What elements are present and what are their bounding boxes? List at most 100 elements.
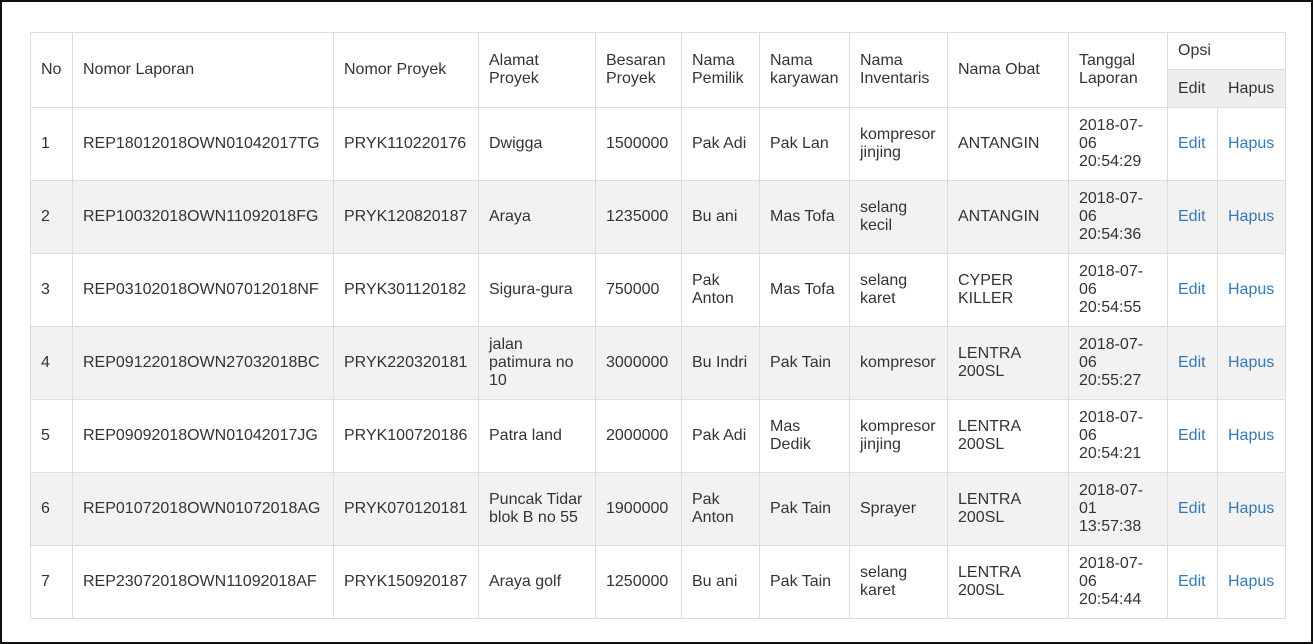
cell-nomor-laporan: REP23072018OWN11092018AF (72, 545, 334, 619)
edit-link[interactable]: Edit (1178, 281, 1206, 298)
table-row: 3 REP03102018OWN07012018NF PRYK301120182… (30, 253, 1286, 327)
cell-nomor-proyek: PRYK301120182 (333, 253, 479, 327)
table-header: No Nomor Laporan Nomor Proyek Alamat Pro… (30, 32, 1286, 108)
hapus-link[interactable]: Hapus (1228, 573, 1274, 590)
report-table: No Nomor Laporan Nomor Proyek Alamat Pro… (30, 32, 1286, 619)
cell-nama-karyawan: Pak Lan (759, 107, 850, 181)
cell-tanggal-laporan: 2018-07-01 13:57:38 (1068, 472, 1168, 546)
cell-nomor-proyek: PRYK070120181 (333, 472, 479, 546)
header-no: No (30, 32, 73, 108)
cell-edit: Edit (1167, 107, 1218, 181)
header-nama-pemilik: Nama Pemilik (681, 32, 760, 108)
cell-nama-obat: LENTRA 200SL (947, 326, 1069, 400)
cell-nomor-laporan: REP18012018OWN01042017TG (72, 107, 334, 181)
cell-nama-pemilik: Bu ani (681, 180, 760, 254)
cell-no: 1 (30, 107, 73, 181)
cell-nama-obat: CYPER KILLER (947, 253, 1069, 327)
cell-hapus: Hapus (1217, 545, 1286, 619)
hapus-link[interactable]: Hapus (1228, 281, 1274, 298)
cell-nama-inventaris: kompresor jinjing (849, 399, 948, 473)
cell-edit: Edit (1167, 545, 1218, 619)
table-row: 5 REP09092018OWN01042017JG PRYK100720186… (30, 399, 1286, 473)
cell-nomor-laporan: REP10032018OWN11092018FG (72, 180, 334, 254)
header-tanggal-laporan: Tanggal Laporan (1068, 32, 1168, 108)
report-table-container: No Nomor Laporan Nomor Proyek Alamat Pro… (30, 32, 1286, 619)
cell-nomor-proyek: PRYK150920187 (333, 545, 479, 619)
cell-hapus: Hapus (1217, 180, 1286, 254)
header-alamat-proyek: Alamat Proyek (478, 32, 596, 108)
cell-nama-karyawan: Pak Tain (759, 545, 850, 619)
cell-nama-karyawan: Mas Tofa (759, 180, 850, 254)
edit-link[interactable]: Edit (1178, 354, 1206, 371)
cell-tanggal-laporan: 2018-07-06 20:54:36 (1068, 180, 1168, 254)
hapus-link[interactable]: Hapus (1228, 135, 1274, 152)
table-row: 4 REP09122018OWN27032018BC PRYK220320181… (30, 326, 1286, 400)
cell-besaran-proyek: 2000000 (595, 399, 682, 473)
header-opsi: Opsi (1167, 32, 1286, 70)
cell-nomor-laporan: REP03102018OWN07012018NF (72, 253, 334, 327)
hapus-link[interactable]: Hapus (1228, 208, 1274, 225)
cell-tanggal-laporan: 2018-07-06 20:54:21 (1068, 399, 1168, 473)
cell-nomor-proyek: PRYK100720186 (333, 399, 479, 473)
header-nomor-laporan: Nomor Laporan (72, 32, 334, 108)
cell-nama-pemilik: Bu ani (681, 545, 760, 619)
header-nama-obat: Nama Obat (947, 32, 1069, 108)
cell-nama-inventaris: kompresor (849, 326, 948, 400)
cell-nama-obat: LENTRA 200SL (947, 545, 1069, 619)
cell-nomor-laporan: REP09092018OWN01042017JG (72, 399, 334, 473)
cell-nomor-laporan: REP09122018OWN27032018BC (72, 326, 334, 400)
cell-nama-inventaris: selang karet (849, 545, 948, 619)
cell-besaran-proyek: 1235000 (595, 180, 682, 254)
cell-no: 3 (30, 253, 73, 327)
cell-nama-obat: LENTRA 200SL (947, 472, 1069, 546)
cell-tanggal-laporan: 2018-07-06 20:54:29 (1068, 107, 1168, 181)
header-nama-inventaris: Nama Inventaris (849, 32, 948, 108)
hapus-link[interactable]: Hapus (1228, 354, 1274, 371)
cell-nama-obat: ANTANGIN (947, 107, 1069, 181)
edit-link[interactable]: Edit (1178, 500, 1206, 517)
cell-nama-karyawan: Pak Tain (759, 472, 850, 546)
cell-alamat-proyek: jalan patimura no 10 (478, 326, 596, 400)
cell-edit: Edit (1167, 326, 1218, 400)
cell-besaran-proyek: 3000000 (595, 326, 682, 400)
hapus-link[interactable]: Hapus (1228, 427, 1274, 444)
cell-nama-karyawan: Mas Tofa (759, 253, 850, 327)
cell-hapus: Hapus (1217, 399, 1286, 473)
cell-hapus: Hapus (1217, 472, 1286, 546)
header-edit: Edit (1167, 69, 1218, 108)
cell-nama-inventaris: selang karet (849, 253, 948, 327)
cell-nama-pemilik: Bu Indri (681, 326, 760, 400)
cell-nama-inventaris: selang kecil (849, 180, 948, 254)
cell-besaran-proyek: 1500000 (595, 107, 682, 181)
cell-nama-karyawan: Mas Dedik (759, 399, 850, 473)
cell-no: 7 (30, 545, 73, 619)
edit-link[interactable]: Edit (1178, 427, 1206, 444)
cell-nama-obat: ANTANGIN (947, 180, 1069, 254)
cell-besaran-proyek: 1250000 (595, 545, 682, 619)
cell-nama-pemilik: Pak Adi (681, 107, 760, 181)
cell-nama-obat: LENTRA 200SL (947, 399, 1069, 473)
cell-nama-karyawan: Pak Tain (759, 326, 850, 400)
cell-tanggal-laporan: 2018-07-06 20:55:27 (1068, 326, 1168, 400)
cell-nama-pemilik: Pak Adi (681, 399, 760, 473)
hapus-link[interactable]: Hapus (1228, 500, 1274, 517)
cell-nomor-laporan: REP01072018OWN01072018AG (72, 472, 334, 546)
cell-no: 4 (30, 326, 73, 400)
cell-alamat-proyek: Dwigga (478, 107, 596, 181)
edit-link[interactable]: Edit (1178, 573, 1206, 590)
cell-nomor-proyek: PRYK120820187 (333, 180, 479, 254)
cell-nomor-proyek: PRYK220320181 (333, 326, 479, 400)
edit-link[interactable]: Edit (1178, 208, 1206, 225)
header-hapus: Hapus (1217, 69, 1286, 108)
cell-nama-inventaris: kompresor jinjing (849, 107, 948, 181)
cell-no: 6 (30, 472, 73, 546)
cell-besaran-proyek: 750000 (595, 253, 682, 327)
cell-hapus: Hapus (1217, 253, 1286, 327)
table-row: 6 REP01072018OWN01072018AG PRYK070120181… (30, 472, 1286, 546)
edit-link[interactable]: Edit (1178, 135, 1206, 152)
cell-edit: Edit (1167, 399, 1218, 473)
cell-hapus: Hapus (1217, 107, 1286, 181)
header-nama-karyawan: Nama karyawan (759, 32, 850, 108)
cell-no: 2 (30, 180, 73, 254)
cell-besaran-proyek: 1900000 (595, 472, 682, 546)
